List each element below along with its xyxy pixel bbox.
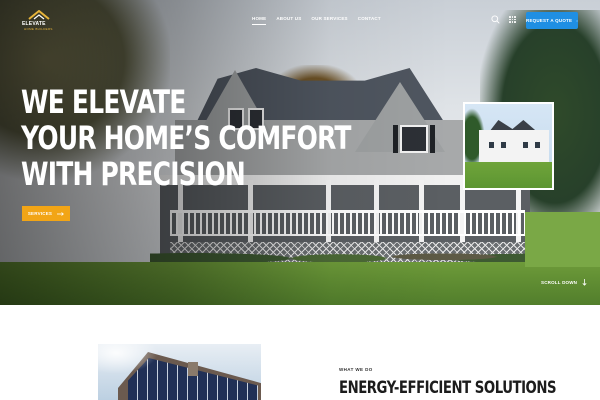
search-icon[interactable] xyxy=(491,15,500,24)
hero-headline: WE ELEVATE YOUR HOME’S COMFORT WITH PREC… xyxy=(21,83,351,193)
services-button-label: SERVICES xyxy=(27,211,53,216)
grid-menu-icon[interactable] xyxy=(509,16,516,23)
section-title: ENERGY-EFFICIENT SOLUTIONS xyxy=(339,378,557,398)
services-button[interactable]: SERVICES xyxy=(22,206,70,221)
hero-section: ELEVATE HOME BUILDERS HOME ABOUT US OUR … xyxy=(0,0,600,305)
request-quote-label: REQUEST A QUOTE xyxy=(526,18,573,23)
logo-roof-icon xyxy=(28,10,50,20)
arrow-down-icon xyxy=(582,279,587,286)
headline-line: WITH PRECISION xyxy=(21,155,246,193)
brand-logo[interactable]: ELEVATE HOME BUILDERS xyxy=(22,10,60,32)
request-quote-button[interactable]: REQUEST A QUOTE xyxy=(526,12,578,29)
solar-roof-image xyxy=(98,344,261,400)
nav-item-contact[interactable]: CONTACT xyxy=(358,16,381,21)
nav-item-about-us[interactable]: ABOUT US xyxy=(276,16,301,21)
brand-tagline: HOME BUILDERS xyxy=(24,27,53,31)
section-eyebrow: WHAT WE DO xyxy=(339,367,373,372)
headline-line: YOUR HOME’S COMFORT xyxy=(21,119,351,157)
arrow-right-icon xyxy=(57,211,65,216)
nav-item-our-services[interactable]: OUR SERVICES xyxy=(311,16,347,21)
main-nav: HOME ABOUT US OUR SERVICES CONTACT xyxy=(252,16,381,25)
scroll-down-label: SCROLL DOWN xyxy=(541,280,578,285)
hero-inset-image xyxy=(463,102,554,190)
arrow-right-icon xyxy=(576,19,578,22)
headline-line: WE ELEVATE xyxy=(21,83,186,121)
nav-item-home[interactable]: HOME xyxy=(252,16,267,25)
scroll-down-link[interactable]: SCROLL DOWN xyxy=(541,279,587,286)
